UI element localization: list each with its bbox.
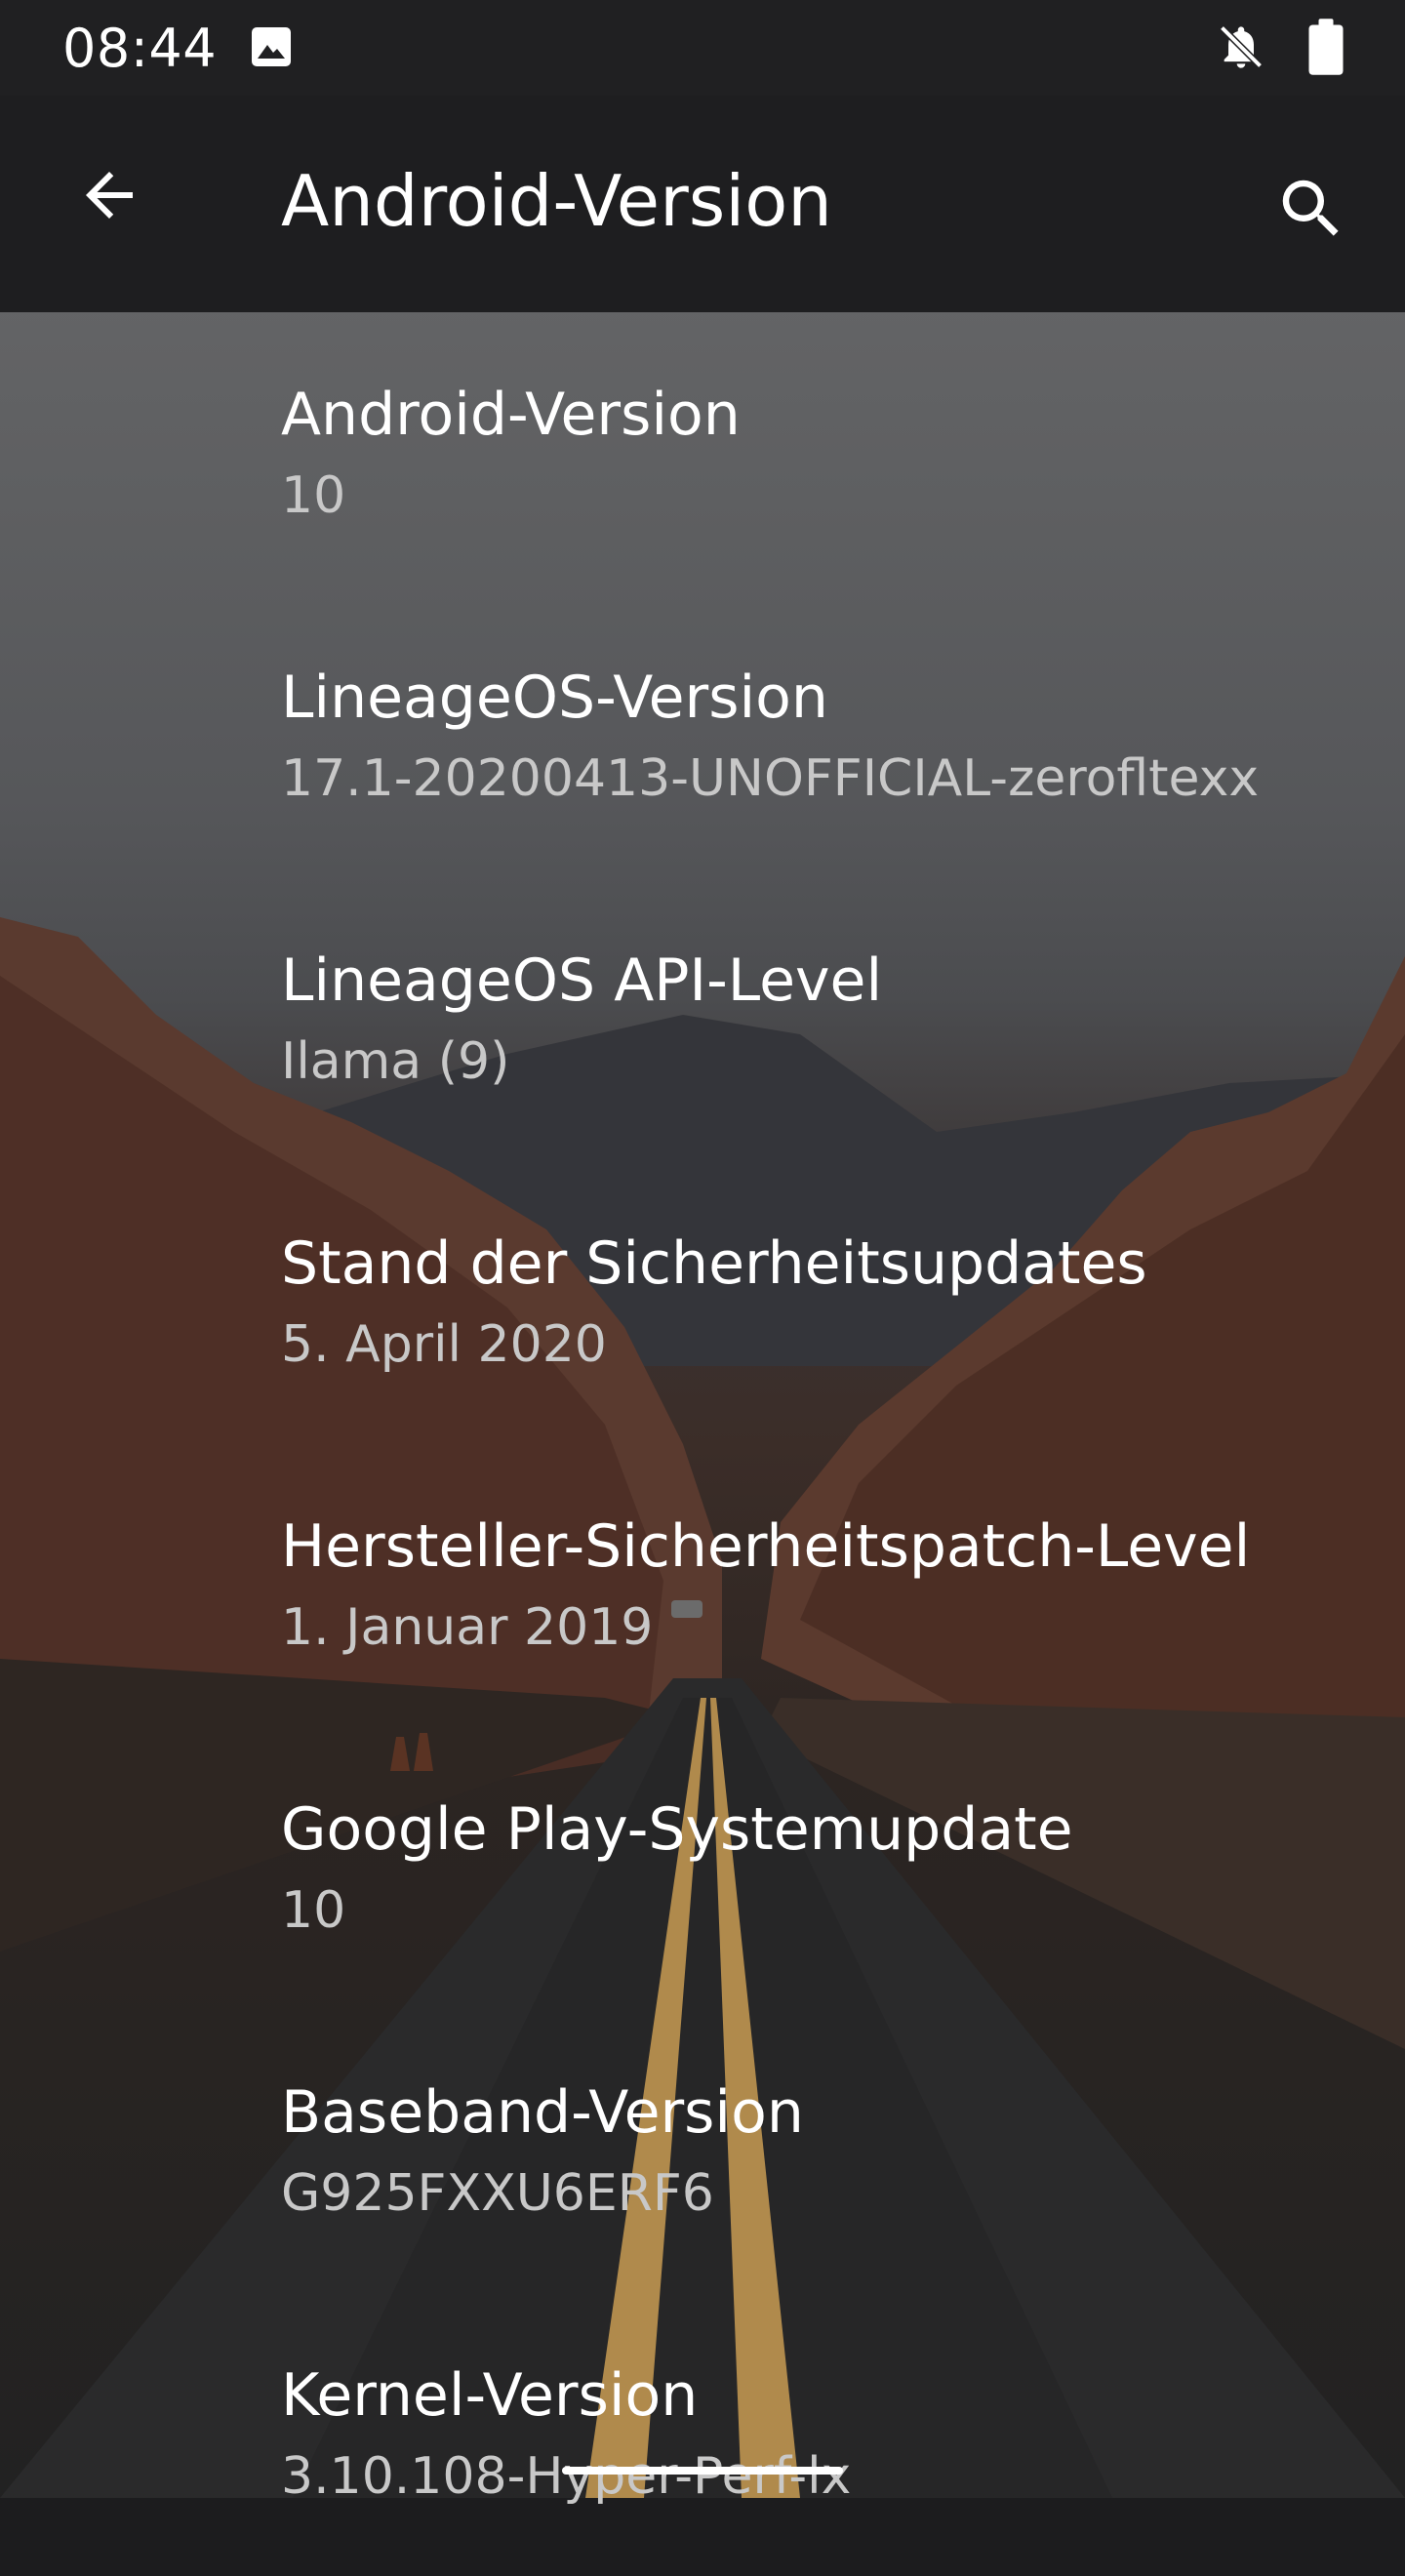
setting-value: 1. Januar 2019: [281, 1598, 654, 1657]
status-time: 08:44: [62, 18, 218, 79]
setting-value: 10: [281, 466, 346, 525]
setting-value: 5. April 2020: [281, 1315, 607, 1374]
setting-title: Android-Version: [281, 381, 741, 449]
setting-title: Stand der Sicherheitsupdates: [281, 1229, 1147, 1298]
arrow-back-icon: [86, 172, 133, 219]
setting-value: 3.10.108-Hyper-Perf-lx: [281, 2447, 852, 2506]
status-bar: 08:44: [0, 0, 1405, 96]
notifications-off-icon: [1216, 21, 1266, 72]
setting-title: Baseband-Version: [281, 2078, 804, 2147]
setting-title: Kernel-Version: [281, 2361, 699, 2430]
setting-value: G925FXXU6ERF6: [281, 2164, 714, 2223]
setting-kernel-version[interactable]: Kernel-Version 3.10.108-Hyper-Perf-lx: [0, 2293, 1405, 2576]
image-notification-icon: [248, 23, 295, 70]
setting-security-patch-level[interactable]: Stand der Sicherheitsupdates 5. April 20…: [0, 1161, 1405, 1444]
setting-title: Google Play-Systemupdate: [281, 1795, 1073, 1864]
setting-title: LineageOS API-Level: [281, 946, 883, 1015]
setting-title: Hersteller-Sicherheitspatch-Level: [281, 1512, 1251, 1581]
setting-value: Ilama (9): [281, 1032, 510, 1091]
setting-value: 10: [281, 1881, 346, 1940]
page-title: Android-Version: [281, 160, 832, 242]
setting-baseband-version[interactable]: Baseband-Version G925FXXU6ERF6: [0, 2010, 1405, 2293]
setting-value: 17.1-20200413-UNOFFICIAL-zerofltexx: [281, 749, 1260, 808]
back-button[interactable]: [55, 141, 164, 250]
setting-lineageos-api-level[interactable]: LineageOS API-Level Ilama (9): [0, 878, 1405, 1161]
settings-list: Android-Version 10 LineageOS-Version 17.…: [0, 312, 1405, 2576]
search-icon: [1282, 180, 1339, 236]
setting-lineageos-version[interactable]: LineageOS-Version 17.1-20200413-UNOFFICI…: [0, 595, 1405, 878]
setting-android-version[interactable]: Android-Version 10: [0, 312, 1405, 595]
setting-vendor-security-patch-level[interactable]: Hersteller-Sicherheitspatch-Level 1. Jan…: [0, 1444, 1405, 1727]
search-button[interactable]: [1257, 154, 1366, 263]
battery-icon: [1304, 18, 1348, 76]
app-bar: Android-Version: [0, 96, 1405, 312]
setting-title: LineageOS-Version: [281, 664, 828, 732]
setting-google-play-system-update[interactable]: Google Play-Systemupdate 10: [0, 1727, 1405, 2010]
gesture-nav-handle[interactable]: [562, 2467, 843, 2475]
